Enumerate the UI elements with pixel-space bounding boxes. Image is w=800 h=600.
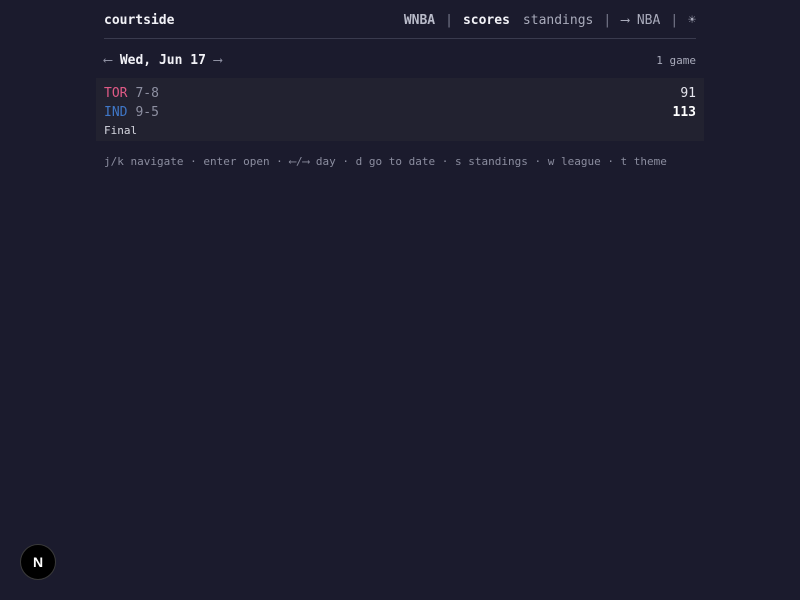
tab-scores[interactable]: scores: [463, 13, 510, 28]
away-team-record: 7-8: [135, 86, 159, 101]
switch-league-link[interactable]: ⟶ NBA: [621, 13, 660, 28]
home-team-score: 113: [672, 105, 696, 120]
home-team-abbr: IND: [104, 105, 128, 120]
current-date[interactable]: Wed, Jun 17: [120, 53, 206, 68]
nav-separator: |: [445, 12, 453, 28]
keyboard-shortcuts-help: j/k navigate · enter open · ⟵/⟶ day · d …: [104, 155, 667, 168]
away-team-abbr: TOR: [104, 86, 128, 101]
date-navigation: ⟵ Wed, Jun 17 ⟶ 1 game: [104, 39, 696, 81]
away-team-score: 91: [680, 86, 696, 101]
top-bar: courtside WNBA | scores standings | ⟶ NB…: [104, 0, 696, 39]
away-team-info: TOR 7-8: [104, 86, 159, 101]
home-team-record: 9-5: [135, 105, 159, 120]
theme-toggle-icon[interactable]: ☀: [688, 13, 696, 28]
game-status: Final: [104, 124, 138, 137]
prev-day-arrow-icon[interactable]: ⟵: [104, 53, 112, 68]
app-title[interactable]: courtside: [104, 13, 174, 28]
away-team-row: TOR 7-8 91: [104, 84, 696, 103]
current-league-label: WNBA: [403, 12, 436, 28]
nav-separator: |: [603, 12, 612, 28]
game-card-content: TOR 7-8 91 IND 9-5 113 Final: [104, 84, 696, 137]
nav-separator: |: [670, 12, 679, 28]
dev-tools-badge-icon[interactable]: N: [20, 544, 56, 580]
home-team-info: IND 9-5: [104, 105, 159, 120]
game-count: 1 game: [656, 53, 696, 67]
game-card[interactable]: TOR 7-8 91 IND 9-5 113 Final: [96, 78, 704, 141]
next-day-arrow-icon[interactable]: ⟶: [214, 53, 222, 68]
home-team-row: IND 9-5 113: [104, 103, 696, 122]
tab-standings[interactable]: standings: [523, 13, 593, 28]
date-stepper: ⟵ Wed, Jun 17 ⟶: [104, 53, 222, 68]
top-nav: WNBA | scores standings | ⟶ NBA | ☀: [404, 13, 696, 28]
app-container: courtside WNBA | scores standings | ⟶ NB…: [104, 0, 696, 81]
